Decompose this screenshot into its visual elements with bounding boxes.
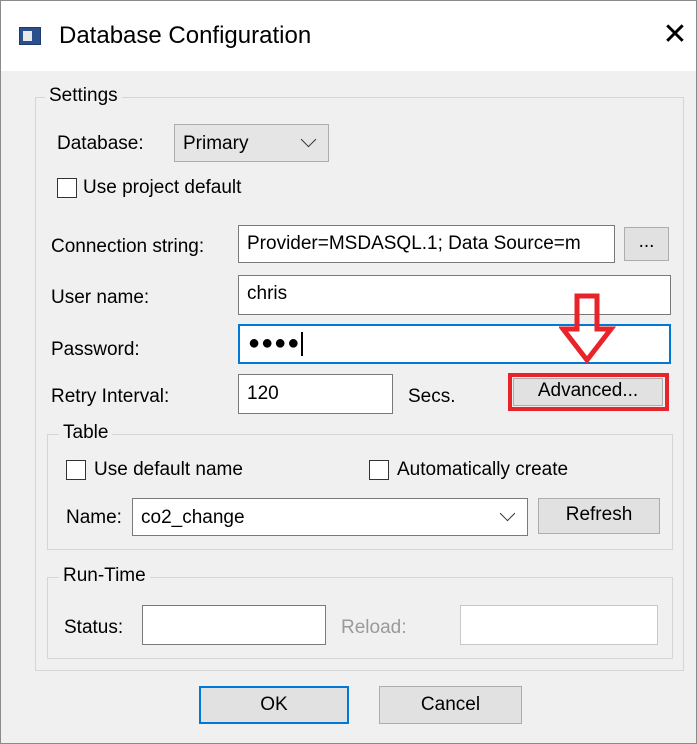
close-button[interactable]: ✕ (661, 19, 689, 51)
reload-label: Reload: (341, 617, 407, 638)
retry-interval-label: Retry Interval: (51, 386, 170, 407)
secs-label: Secs. (408, 386, 456, 407)
window-title: Database Configuration (59, 22, 312, 49)
runtime-legend: Run-Time (59, 565, 150, 587)
database-app-icon (19, 27, 41, 45)
use-default-name-label[interactable]: Use default name (94, 459, 243, 481)
chevron-down-icon (499, 505, 516, 522)
dialog-window: Database Configuration ✕ Settings Databa… (0, 0, 697, 744)
database-select[interactable]: Primary (174, 124, 329, 162)
use-default-name-checkbox[interactable] (66, 460, 86, 480)
title-bar[interactable]: Database Configuration ✕ (1, 1, 696, 71)
auto-create-checkbox[interactable] (369, 460, 389, 480)
ok-button[interactable]: OK (199, 686, 349, 724)
table-legend: Table (59, 422, 113, 444)
cancel-button[interactable]: Cancel (379, 686, 522, 724)
table-name-select[interactable]: co2_change (132, 498, 528, 536)
text-caret (301, 332, 304, 356)
down-arrow-annotation-icon (559, 293, 617, 365)
browse-connection-button[interactable]: ... (624, 227, 669, 261)
connection-string-field[interactable]: Provider=MSDASQL.1; Data Source=m (238, 225, 615, 263)
use-project-default-checkbox[interactable] (57, 178, 77, 198)
use-project-default-label[interactable]: Use project default (83, 177, 241, 199)
advanced-button-highlight (508, 373, 669, 411)
retry-interval-field[interactable]: 120 (238, 374, 393, 414)
reload-field (460, 605, 658, 645)
status-field (142, 605, 326, 645)
status-label: Status: (64, 617, 124, 638)
refresh-button[interactable]: Refresh (538, 498, 660, 534)
auto-create-label[interactable]: Automatically create (397, 459, 568, 481)
table-name-label: Name: (66, 507, 122, 528)
table-name-value: co2_change (141, 507, 245, 528)
database-select-value: Primary (183, 133, 249, 154)
settings-legend: Settings (45, 85, 122, 107)
chevron-down-icon (300, 131, 317, 148)
database-label: Database: (57, 133, 144, 154)
username-label: User name: (51, 287, 150, 308)
password-mask: ●●●● (248, 332, 301, 355)
password-label: Password: (51, 339, 140, 360)
connection-string-label: Connection string: (51, 236, 205, 257)
